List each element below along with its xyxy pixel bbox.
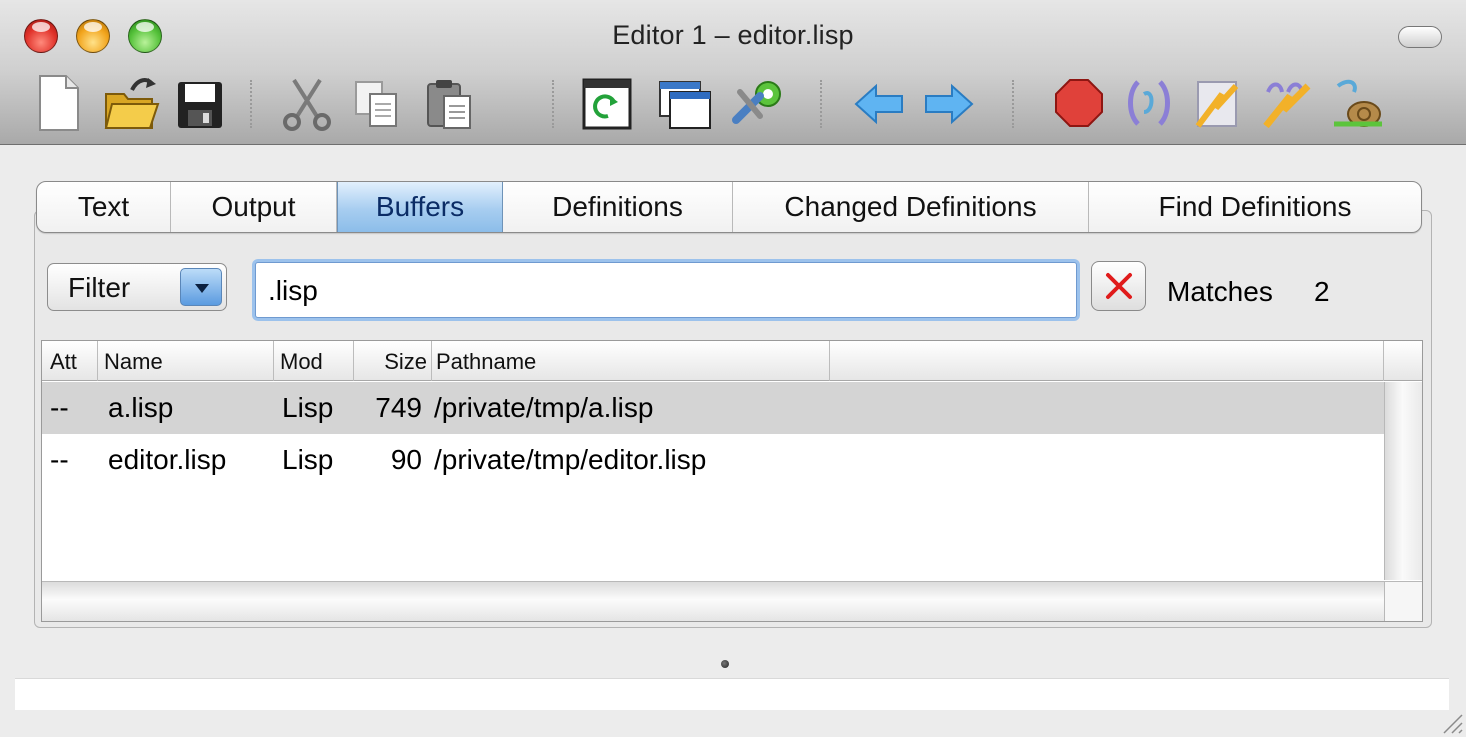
vertical-scrollbar[interactable] xyxy=(1384,382,1422,580)
horizontal-scrollbar[interactable] xyxy=(42,581,1384,621)
tab-text[interactable]: Text xyxy=(37,182,171,232)
forward-button[interactable] xyxy=(920,72,978,134)
paste-icon xyxy=(427,80,471,129)
split-handle[interactable] xyxy=(721,660,729,668)
back-button[interactable] xyxy=(850,72,908,134)
cell-mod: Lisp xyxy=(282,444,334,475)
toolbar-separator xyxy=(552,80,554,128)
toolbar-separator xyxy=(820,80,822,128)
column-header-mod[interactable]: Mod xyxy=(274,341,354,381)
toolbar-separator xyxy=(250,80,252,128)
scroll-corner xyxy=(1384,581,1422,621)
tab-find-definitions[interactable]: Find Definitions xyxy=(1089,182,1421,232)
cell-mod: Lisp xyxy=(282,392,334,423)
compile-icon xyxy=(1195,81,1239,128)
titlebar-toolbar: Editor 1 – editor.lisp xyxy=(0,0,1466,145)
table-row[interactable]: -- a.lisp Lisp 749 /private/tmp/a.lisp xyxy=(42,382,1384,434)
window-title: Editor 1 – editor.lisp xyxy=(612,20,854,50)
compile-all-button[interactable] xyxy=(1258,72,1316,134)
cell-pathname: /private/tmp/editor.lisp xyxy=(434,444,707,475)
inspect-expression-icon xyxy=(1128,80,1170,126)
stop-button[interactable] xyxy=(1050,72,1108,134)
open-file-icon xyxy=(104,78,160,129)
cell-att: -- xyxy=(50,444,69,475)
table-row[interactable]: -- editor.lisp Lisp 90 /private/tmp/edit… xyxy=(42,434,1384,486)
tab-output[interactable]: Output xyxy=(171,182,337,232)
cut-button[interactable] xyxy=(278,72,336,134)
compile-all-icon xyxy=(1263,82,1311,129)
inspect-expression-button[interactable] xyxy=(1120,72,1178,134)
tab-changed-definitions[interactable]: Changed Definitions xyxy=(733,182,1089,232)
filter-mode-select[interactable]: Filter xyxy=(47,263,227,311)
forward-arrow-icon xyxy=(925,83,974,125)
echo-area[interactable] xyxy=(15,678,1449,710)
toolbar-toggle-button[interactable] xyxy=(1398,26,1442,48)
compile-button[interactable] xyxy=(1188,72,1246,134)
build-tools-icon xyxy=(732,81,781,124)
chevron-down-icon xyxy=(180,268,222,306)
save-file-button[interactable] xyxy=(170,72,228,134)
editor-window: Editor 1 – editor.lisp Text Output Buffe… xyxy=(0,0,1466,737)
filter-mode-label: Filter xyxy=(68,272,131,303)
cell-size: 749 xyxy=(375,392,422,423)
new-window-button[interactable] xyxy=(656,72,714,134)
cut-icon xyxy=(283,78,331,131)
save-file-icon xyxy=(178,82,222,128)
step-button[interactable] xyxy=(1328,72,1386,134)
table-header: Att Name Mod Size Pathname xyxy=(42,341,1422,381)
cell-pathname: /private/tmp/a.lisp xyxy=(434,392,654,423)
table-body: -- a.lisp Lisp 749 /private/tmp/a.lisp -… xyxy=(42,382,1384,580)
toolbar-separator xyxy=(1012,80,1014,128)
new-window-icon xyxy=(659,81,711,129)
open-file-button[interactable] xyxy=(102,72,160,134)
column-header-pathname[interactable]: Pathname xyxy=(432,341,830,381)
tab-buffers[interactable]: Buffers xyxy=(337,182,503,232)
matches-count: 2 xyxy=(1314,276,1330,307)
step-icon xyxy=(1334,79,1382,127)
copy-button[interactable] xyxy=(348,72,406,134)
column-header-name[interactable]: Name xyxy=(98,341,274,381)
cell-name: editor.lisp xyxy=(108,444,227,475)
tab-strip: Text Output Buffers Definitions Changed … xyxy=(36,181,1422,233)
tab-definitions[interactable]: Definitions xyxy=(503,182,733,232)
column-header-size[interactable]: Size xyxy=(354,341,432,381)
column-header-empty xyxy=(830,341,1384,381)
close-icon xyxy=(1106,273,1132,299)
matches-label: Matches xyxy=(1167,276,1273,307)
paste-button[interactable] xyxy=(420,72,478,134)
column-header-att[interactable]: Att xyxy=(42,341,98,381)
stop-icon xyxy=(1055,79,1103,127)
new-file-button[interactable] xyxy=(30,72,88,134)
buffers-table: Att Name Mod Size Pathname -- a.lisp Lis… xyxy=(41,340,1423,622)
cell-name: a.lisp xyxy=(108,392,174,423)
back-arrow-icon xyxy=(854,83,903,125)
cell-size: 90 xyxy=(390,444,422,475)
evaluate-buffer-icon xyxy=(582,78,632,130)
build-tools-button[interactable] xyxy=(730,72,788,134)
evaluate-buffer-button[interactable] xyxy=(578,72,636,134)
copy-icon xyxy=(355,81,397,127)
filter-input[interactable]: .lisp xyxy=(255,262,1077,318)
new-file-icon xyxy=(39,75,79,131)
toolbar xyxy=(30,72,1440,136)
cell-att: -- xyxy=(50,392,69,423)
resize-grip-icon[interactable] xyxy=(1438,709,1464,735)
clear-filter-button[interactable] xyxy=(1091,261,1146,311)
